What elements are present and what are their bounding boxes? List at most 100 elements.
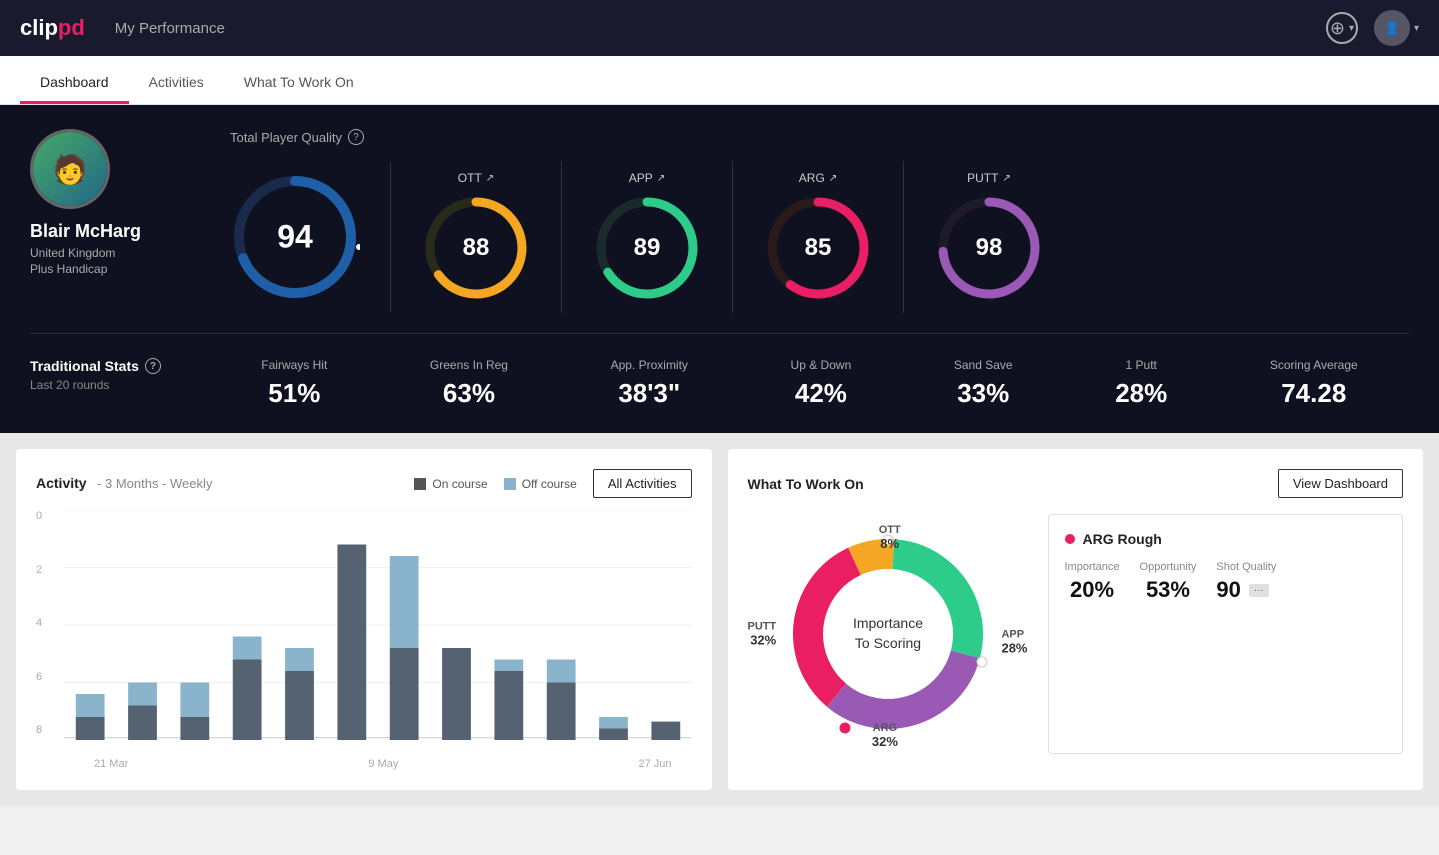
player-handicap: Plus Handicap: [30, 262, 107, 276]
stats-items: Fairways Hit 51% Greens In Reg 63% App. …: [210, 358, 1409, 409]
bars-area: [64, 510, 692, 740]
ott-label: OTT 8%: [879, 524, 901, 551]
tab-activities[interactable]: Activities: [129, 56, 224, 104]
wtwo-opportunity: Opportunity 53%: [1140, 561, 1197, 603]
wtwo-highlight-stats: Importance 20% Opportunity 53% Shot Qual…: [1065, 561, 1387, 603]
activity-chart-header: Activity - 3 Months - Weekly On course O…: [36, 469, 692, 498]
stat-greens-in-reg: Greens In Reg 63%: [430, 358, 508, 409]
wtwo-right: ARG Rough Importance 20% Opportunity 53%…: [1048, 514, 1404, 754]
gauge-total-container: 94: [230, 172, 360, 302]
add-chevron-icon: ▾: [1349, 23, 1354, 34]
gauge-ott-label: OTT ↗: [458, 171, 494, 185]
avatar[interactable]: 👤: [1374, 10, 1410, 46]
stat-scoring-average: Scoring Average 74.28: [1270, 358, 1358, 409]
stat-sand-save: Sand Save 33%: [954, 358, 1013, 409]
stats-title: Traditional Stats ?: [30, 358, 210, 374]
gauge-putt-value: 98: [976, 234, 1003, 262]
app-trend-icon: ↗: [657, 173, 665, 184]
total-quality-label: Total Player Quality ?: [230, 129, 1409, 145]
user-chevron-icon: ▾: [1414, 23, 1419, 34]
view-dashboard-button[interactable]: View Dashboard: [1278, 469, 1403, 498]
player-country: United Kingdom: [30, 246, 115, 260]
gauge-putt-label: PUTT ↗: [967, 171, 1011, 185]
gauge-arg-label: ARG ↗: [799, 171, 837, 185]
legend-on-course-icon: [414, 478, 426, 490]
user-menu[interactable]: 👤 ▾: [1374, 10, 1419, 46]
gauge-ott: OTT ↗ 88: [391, 161, 562, 313]
gauge-app-value: 89: [634, 234, 661, 262]
tab-bar: Dashboard Activities What To Work On: [0, 56, 1439, 105]
wtwo-header: What To Work On View Dashboard: [748, 469, 1404, 498]
wtwo-title: What To Work On: [748, 476, 864, 492]
header-title: My Performance: [115, 20, 225, 37]
wtwo-highlight-card: ARG Rough Importance 20% Opportunity 53%…: [1048, 514, 1404, 754]
traditional-stats: Traditional Stats ? Last 20 rounds Fairw…: [30, 333, 1409, 409]
gauge-putt: PUTT ↗ 98: [904, 161, 1074, 313]
wtwo-shot-quality: Shot Quality 90 ···: [1216, 561, 1276, 603]
legend-off-course: Off course: [504, 477, 577, 491]
header: clippd My Performance ⊕ ▾ 👤 ▾: [0, 0, 1439, 56]
what-to-work-on-card: What To Work On View Dashboard Importanc…: [728, 449, 1424, 790]
player-name: Blair McHarg: [30, 221, 141, 242]
stats-label-group: Traditional Stats ? Last 20 rounds: [30, 358, 210, 392]
highlight-dot-icon: [1065, 534, 1075, 544]
stat-app-proximity: App. Proximity 38'3": [611, 358, 688, 409]
gauge-app-label: APP ↗: [629, 171, 665, 185]
gauge-arg-value: 85: [805, 234, 832, 262]
bottom-section: Activity - 3 Months - Weekly On course O…: [0, 433, 1439, 806]
shot-quality-tag: ···: [1249, 584, 1269, 597]
arg-label: ARG 32%: [872, 722, 898, 749]
tab-what-to-work-on[interactable]: What To Work On: [224, 56, 374, 104]
gauge-ott-container: 88: [421, 193, 531, 303]
score-circles: 94 OTT ↗ 88: [230, 161, 1409, 313]
stat-1-putt: 1 Putt 28%: [1115, 358, 1167, 409]
wtwo-card-title: ARG Rough: [1065, 531, 1387, 547]
svg-text:To Scoring: To Scoring: [854, 635, 920, 651]
hero-section: 🧑 Blair McHarg United Kingdom Plus Handi…: [0, 105, 1439, 433]
wtwo-content: Importance To Scoring OTT 8% APP 28%: [748, 514, 1404, 754]
ott-trend-icon: ↗: [486, 173, 494, 184]
header-actions: ⊕ ▾ 👤 ▾: [1326, 10, 1419, 46]
putt-label: PUTT 32%: [748, 621, 777, 648]
activity-title-group: Activity - 3 Months - Weekly: [36, 475, 212, 493]
tab-dashboard[interactable]: Dashboard: [20, 56, 129, 104]
legend-on-course: On course: [414, 477, 487, 491]
add-button[interactable]: ⊕ ▾: [1326, 12, 1358, 44]
activity-chart-subtitle: - 3 Months - Weekly: [97, 476, 212, 491]
stat-up-down: Up & Down 42%: [791, 358, 852, 409]
total-quality-info-icon[interactable]: ?: [348, 129, 364, 145]
gauge-total: 94: [230, 162, 391, 312]
x-axis: 21 Mar 9 May 27 Jun: [64, 754, 692, 770]
activity-chart-title: Activity: [36, 475, 87, 491]
stat-fairways-hit: Fairways Hit 51%: [261, 358, 327, 409]
legend-off-course-icon: [504, 478, 516, 490]
arg-trend-icon: ↗: [829, 173, 837, 184]
gauge-putt-container: 98: [934, 193, 1044, 303]
chart-legend: On course Off course: [414, 477, 577, 491]
wtwo-importance: Importance 20%: [1065, 561, 1120, 603]
app-label: APP 28%: [1001, 629, 1027, 656]
plus-icon: ⊕: [1330, 18, 1345, 39]
svg-text:Importance: Importance: [852, 615, 922, 631]
chart-container: 8 6 4 2 0 21 Mar 9 May 27 Jun: [36, 510, 692, 770]
player-avatar: 🧑: [30, 129, 110, 209]
logo-pd: pd: [58, 15, 85, 40]
hero-top: 🧑 Blair McHarg United Kingdom Plus Handi…: [30, 129, 1409, 313]
scores-section: Total Player Quality ? 94: [230, 129, 1409, 313]
gauge-app-container: 89: [592, 193, 702, 303]
player-info: 🧑 Blair McHarg United Kingdom Plus Handi…: [30, 129, 230, 276]
donut-section: Importance To Scoring OTT 8% APP 28%: [748, 514, 1028, 754]
y-axis: 8 6 4 2 0: [36, 510, 60, 740]
avatar-image: 🧑: [33, 132, 107, 206]
activity-controls: On course Off course All Activities: [414, 469, 691, 498]
gauge-arg: ARG ↗ 85: [733, 161, 904, 313]
logo: clippd: [20, 15, 85, 41]
gauge-ott-value: 88: [463, 234, 490, 262]
activity-chart-card: Activity - 3 Months - Weekly On course O…: [16, 449, 712, 790]
chart-svg: [64, 510, 692, 740]
gauge-arg-container: 85: [763, 193, 873, 303]
all-activities-button[interactable]: All Activities: [593, 469, 692, 498]
putt-trend-icon: ↗: [1002, 173, 1010, 184]
stats-info-icon[interactable]: ?: [145, 358, 161, 374]
gauge-total-value: 94: [277, 219, 313, 256]
